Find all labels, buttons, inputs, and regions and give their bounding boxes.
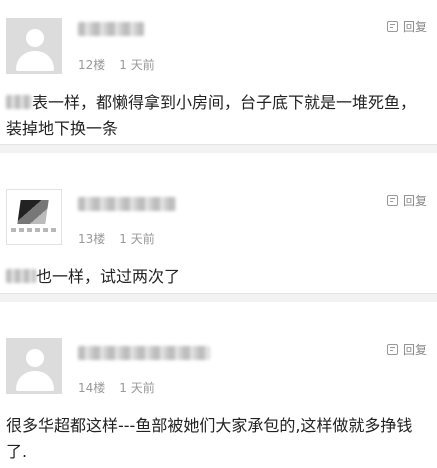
comment-text: 表一样，都懒得拿到小房间，台子底下就是一堆死鱼，装掉地下换一条 [6,93,417,138]
reply-button[interactable]: 回复 [386,341,427,358]
reply-button[interactable]: 回复 [386,18,427,35]
floor-number: 13楼 [78,232,106,246]
username-blurred[interactable] [78,346,210,360]
comment-time: 1 天前 [119,232,155,246]
username-blurred[interactable] [78,22,144,36]
divider [0,293,437,302]
avatar[interactable] [6,338,62,394]
floor-number: 14楼 [78,381,106,395]
comment-meta: 12楼 1 天前 [78,56,155,73]
comment-item: 14楼 1 天前 回复 很多华超都这样---鱼部被她们大家承包的,这样做就多挣钱了… [0,302,437,468]
default-avatar-icon [26,349,44,367]
comment-meta: 14楼 1 天前 [78,379,155,396]
reply-icon [386,344,398,355]
comment-text: 很多华超都这样---鱼部被她们大家承包的,这样做就多挣钱了. [6,416,413,461]
comment-meta: 13楼 1 天前 [78,230,155,247]
blurred-word [6,269,36,283]
reply-label: 回复 [402,343,427,357]
reply-label: 回复 [402,20,427,34]
comment-text: 也一样，试过两次了 [6,264,427,290]
avatar[interactable] [6,189,62,245]
comment-time: 1 天前 [119,381,155,395]
reply-button[interactable]: 回复 [386,192,427,209]
comment-time: 1 天前 [119,58,155,72]
blurred-word [6,95,32,109]
reply-label: 回复 [402,194,427,208]
divider [0,144,437,153]
reply-icon [386,195,398,206]
floor-number: 12楼 [78,58,106,72]
comment-item: 13楼 1 天前 回复 也一样，试过两次了 [0,153,437,302]
logo-icon [17,200,49,224]
comment-item: 12楼 1 天前 回复 表一样，都懒得拿到小房间，台子底下就是一堆死鱼，装掉地下换… [0,0,437,153]
default-avatar-icon [26,29,44,47]
username-blurred[interactable] [78,197,176,211]
reply-icon [386,21,398,32]
avatar[interactable] [6,18,62,74]
